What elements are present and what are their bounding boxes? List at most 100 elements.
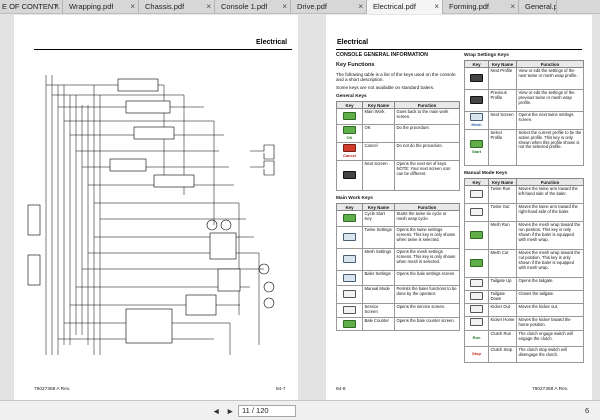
main-work-icon [343,112,356,121]
right-column: Wrap Settings Keys Key Key Name Function… [464,53,584,363]
table-row: Next Screen Opens the next set of keys. N… [336,160,460,192]
mesh-cut-icon [470,259,483,267]
page-footer-left: 84-8 [336,387,346,392]
tab-label: General.pdf [525,2,556,11]
tab-console-1[interactable]: Console 1.pdf × [215,0,291,14]
tab-close-icon[interactable]: × [358,0,363,14]
key-function: Goes back to the main work screen. [394,108,460,126]
tab-close-icon[interactable]: × [54,0,59,14]
zoom-level[interactable]: 6 [585,401,589,420]
table-row: Next Profile View or edit the settings o… [464,67,584,91]
general-keys-heading: General Keys [336,94,367,100]
table-row: Previous Profile View or edit the settin… [464,89,584,113]
key-name: OK [362,124,395,144]
tab-electrical[interactable]: Electrical.pdf × [367,0,443,14]
key-function: Starts the twine tie cycle or mesh wrap … [394,210,460,228]
key-name: Service Screen [362,303,395,319]
tab-forming[interactable]: Forming.pdf × [443,0,519,14]
key-name: Twine Out [488,203,517,223]
kicker-home-icon [470,318,483,327]
tab-close-icon[interactable]: × [510,0,515,14]
select-profile-icon [470,140,483,149]
key-function: View or edit the settings of the previou… [516,89,584,113]
page-footer-left: 79027368 A Rev. [34,387,71,392]
key-function: The clutch engage switch will engage the… [516,329,584,347]
subsection-title: Key Functions [336,62,375,69]
table-row: Kicker Out Moves the kicker out. [464,303,584,317]
cycle-start-icon [343,214,356,223]
wrap-settings-keys-table: Key Key Name Function Next Profile View … [464,60,584,166]
manual-mode-keys-table: Key Key Name Function Twine Run Moves th… [464,178,584,363]
table-row: Twine Run Moves the twine arm toward the… [464,185,584,205]
key-name: Kicker Out [488,303,517,317]
tailgate-down-icon [470,292,483,301]
tab-label: Drive.pdf [297,2,328,11]
table-row: Mesh Run Moves the mesh wrap toward the … [464,221,584,251]
page-84-8: Electrical CONSOLE GENERAL INFORMATION K… [326,15,592,400]
col-header-key-name: Key Name [362,203,395,212]
tab-close-icon[interactable]: × [434,0,439,14]
table-row: Manual Mode Permits the baler functions … [336,285,460,305]
table-row: Cycle Start Key Starts the twine tie cyc… [336,210,460,228]
key-function: Opens the tailgate. [516,277,584,292]
key-name: Select Profile [488,129,517,166]
section-title: CONSOLE GENERAL INFORMATION [336,52,428,58]
baler-settings-icon [343,273,356,282]
service-screen-icon [343,306,356,315]
document-viewport[interactable]: Electrical 79027368 A Rev. 84-7 Electric… [0,15,600,400]
tab-general[interactable]: General.pdf [519,0,557,14]
twine-out-icon [470,208,483,216]
table-row: Start Select Profile Select the current … [464,129,584,166]
next-page-button[interactable]: ► [226,401,234,420]
key-function: Opens the mesh settings screens. This ke… [394,248,460,272]
left-column: CONSOLE GENERAL INFORMATION Key Function… [336,52,460,332]
table-header-row: Key Key Name Function [336,101,460,110]
mesh-run-icon [470,231,483,239]
key-function: Opens the bale counter screen. [394,317,460,332]
key-name: Previous Profile [488,89,517,113]
tab-table-of-contents[interactable]: E OF CONTENT.... × [0,0,63,14]
key-name: Next Screen [362,160,395,192]
tab-close-icon[interactable]: × [282,0,287,14]
tab-label: Chassis.pdf [145,2,185,11]
table-header-row: Key Key Name Function [464,60,584,69]
clutch-stop-icon: Stop [472,350,481,356]
col-header-function: Function [516,178,584,187]
previous-profile-icon [470,96,483,104]
table-header-row: Key Key Name Function [336,203,460,212]
header-rule [336,49,582,50]
page-number-input[interactable]: 11 / 120 [238,405,296,417]
col-header-function: Function [394,203,460,212]
table-row: Service Screen Opens the service screen. [336,303,460,319]
tab-chassis[interactable]: Chassis.pdf × [139,0,215,14]
wrap-settings-keys-heading: Wrap Settings Keys [464,53,509,58]
col-header-function: Function [394,101,460,110]
key-function: Moves the twine arm toward the right-han… [516,203,584,223]
table-header-row: Key Key Name Function [464,178,584,187]
tab-drive[interactable]: Drive.pdf × [291,0,367,14]
tab-close-icon[interactable]: × [206,0,211,14]
manual-mode-icon [343,290,356,299]
clutch-run-icon: Run [472,334,481,340]
table-row: Kicker Home Moves the kicker toward the … [464,315,584,331]
intro-note: Some keys are not available on standard … [336,84,435,90]
tab-wrapping[interactable]: Wrapping.pdf × [63,0,139,14]
table-row: Mesh Cut Moves the mesh wrap toward the … [464,249,584,279]
tab-label: Wrapping.pdf [69,2,114,11]
col-header-key-name: Key Name [488,60,517,69]
table-row: Bale Counter Opens the bale counter scre… [336,317,460,332]
tab-close-icon[interactable]: × [130,0,135,14]
previous-page-button[interactable]: ◄ [212,401,220,420]
key-name: Kicker Home [488,315,517,331]
table-row: Tailgate Up Opens the tailgate. [464,277,584,292]
tab-label: E OF CONTENT.... [2,2,60,11]
key-word: OK [346,135,353,141]
table-row: Main Work Goes back to the main work scr… [336,108,460,126]
table-row: Twine Out Moves the twine arm toward the… [464,203,584,223]
general-keys-table: Key Key Name Function Main Work Goes bac… [336,101,460,192]
key-function: Opens the next set of keys. NOTE: Your ne… [394,160,460,192]
key-name: Twine Run [488,185,517,205]
col-header-key: Key [336,203,363,212]
next-screen-icon [343,170,356,179]
page-header-title: Electrical [256,39,288,46]
